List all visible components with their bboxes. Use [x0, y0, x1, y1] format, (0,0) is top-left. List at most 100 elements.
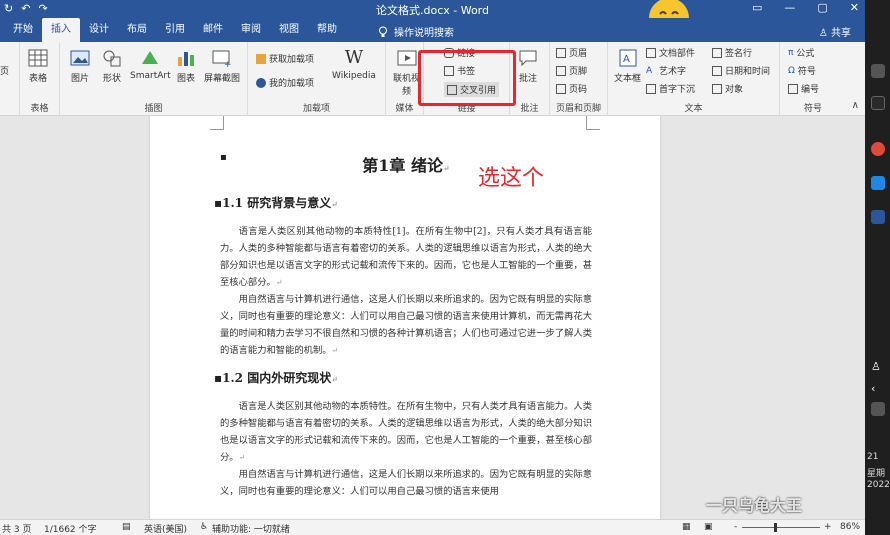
taskbar-app-icon[interactable]	[871, 96, 885, 110]
textbox-label: 文本框	[614, 74, 642, 84]
comment-label: 批注	[518, 74, 537, 84]
document-area[interactable]: ▪ 第1章 绪论↵ ▪1.1 研究背景与意义↵ 语言是人类区别其他动物的本质特性…	[0, 116, 865, 519]
tables-group: 表格 表格	[20, 42, 60, 116]
my-addins-icon	[256, 77, 266, 88]
signature-line-button[interactable]: 签名行	[712, 46, 752, 59]
tab-help[interactable]: 帮助	[308, 18, 346, 42]
paragraph-mark: ↵	[275, 278, 283, 287]
wikipedia-button[interactable]: W Wikipedia	[332, 48, 376, 82]
document-page[interactable]: ▪ 第1章 绪论↵ ▪1.1 研究背景与意义↵ 语言是人类区别其他动物的本质特性…	[150, 116, 660, 519]
header-button[interactable]: 页眉	[556, 46, 587, 59]
chart-icon	[178, 52, 194, 66]
mail-icon[interactable]	[871, 176, 885, 190]
numbering-button[interactable]: 编号	[788, 82, 819, 95]
drop-cap-icon	[646, 83, 656, 94]
header-icon	[556, 47, 566, 58]
chart-button[interactable]: 图表	[176, 48, 196, 84]
ribbon-display-icon[interactable]: ▭	[752, 1, 762, 14]
pages-button[interactable]: 页	[0, 64, 9, 77]
zoom-out-button[interactable]: -	[734, 522, 737, 532]
tray-icon[interactable]	[871, 402, 885, 416]
zoom-slider[interactable]	[742, 527, 820, 528]
symbol-label: 符号	[797, 67, 816, 77]
symbol-button[interactable]: Ω 符号	[788, 64, 816, 78]
word-taskbar-icon[interactable]	[871, 210, 885, 224]
equation-label: 公式	[796, 49, 815, 59]
pages-group: 页	[0, 42, 20, 116]
tab-insert[interactable]: 插入	[42, 18, 80, 42]
my-addins-button[interactable]: 我的加载项	[256, 76, 314, 89]
footer-button[interactable]: 页脚	[556, 64, 587, 77]
tab-mailings[interactable]: 邮件	[194, 18, 232, 42]
share-button[interactable]: ♙ 共享	[819, 24, 851, 39]
language-indicator[interactable]: 英语(美国)	[144, 522, 187, 535]
pictures-button[interactable]: 图片	[70, 48, 90, 84]
status-bar: 共 3 页 1/1662 个字 ▤ 英语(美国) ♿ 辅助功能: 一切就绪 ▦ …	[0, 519, 865, 535]
maximize-button[interactable]: ▢	[817, 1, 827, 14]
paragraph-mark: ↵	[331, 346, 339, 355]
paragraph: 用自然语言与计算机进行通信，这是人们长期以来所追求的。因为它既有明显的实际意义，…	[220, 291, 592, 359]
taskbar-app-icon[interactable]	[871, 64, 885, 78]
zoom-in-button[interactable]: +	[824, 522, 832, 532]
minimize-button[interactable]: —	[784, 1, 795, 14]
tell-me-label: 操作说明搜索	[394, 28, 454, 39]
margin-corner-tl	[210, 116, 224, 130]
footer-icon	[556, 65, 566, 76]
chevron-up-icon[interactable]: ‹	[871, 382, 885, 396]
screenshot-label: 屏幕截图	[204, 74, 241, 84]
textbox-button[interactable]: A 文本框	[614, 48, 641, 84]
tell-me-search[interactable]: 操作说明搜索	[378, 24, 454, 39]
zoom-slider-thumb[interactable]	[774, 523, 777, 532]
tab-home[interactable]: 开始	[4, 18, 42, 42]
screenshot-button[interactable]: + 屏幕截图	[204, 48, 240, 84]
page-number-label: 页码	[569, 85, 588, 95]
signature-line-label: 签名行	[725, 49, 753, 59]
screenshot-icon: +	[212, 50, 232, 68]
tab-references[interactable]: 引用	[156, 18, 194, 42]
drop-cap-button[interactable]: 首字下沉	[646, 82, 695, 95]
page-content[interactable]: ▪ 第1章 绪论↵ ▪1.1 研究背景与意义↵ 语言是人类区别其他动物的本质特性…	[214, 152, 592, 500]
collapse-ribbon-icon[interactable]: ∧	[852, 100, 859, 111]
online-video-label: 联机视频	[392, 74, 420, 97]
person-icon[interactable]: ♙	[871, 360, 885, 374]
word-count[interactable]: 1/1662 个字	[44, 522, 97, 535]
page-number-button[interactable]: 页码	[556, 82, 587, 95]
video-watermark: 一只乌龟大王	[706, 496, 803, 515]
chrome-icon[interactable]	[871, 142, 885, 156]
read-mode-icon[interactable]: ▦	[682, 522, 691, 532]
get-addins-button[interactable]: 获取加载项	[256, 52, 314, 65]
lightbulb-icon	[379, 26, 387, 37]
equation-button[interactable]: π 公式	[788, 46, 815, 60]
shapes-button[interactable]: 形状	[102, 48, 122, 84]
accessibility-status[interactable]: 辅助功能: 一切就绪	[212, 522, 290, 535]
print-layout-icon[interactable]: ▣	[704, 522, 713, 532]
quick-parts-button[interactable]: 文档部件	[646, 46, 695, 59]
tab-design[interactable]: 设计	[80, 18, 118, 42]
smartart-label: SmartArt	[130, 71, 171, 81]
close-button[interactable]: ✕	[850, 1, 859, 14]
numbering-icon	[788, 83, 798, 94]
tab-view[interactable]: 视图	[270, 18, 308, 42]
pictures-label: 图片	[70, 74, 89, 84]
drop-cap-label: 首字下沉	[659, 85, 696, 95]
wordart-button[interactable]: A 艺术字	[646, 64, 686, 78]
page-count[interactable]: 共 3 页	[2, 522, 31, 535]
proofing-icon[interactable]: ▤	[122, 522, 131, 532]
object-button[interactable]: 对象	[712, 82, 743, 95]
tab-review[interactable]: 审阅	[232, 18, 270, 42]
tab-layout[interactable]: 布局	[118, 18, 156, 42]
paragraph: 用自然语言与计算机进行通信，这是人们长期以来所追求的。因为它既有明显的实际意义，…	[220, 466, 592, 500]
get-addins-label: 获取加载项	[269, 55, 315, 65]
header-footer-group: 页眉 页脚 页码 页眉和页脚	[550, 42, 608, 116]
table-label: 表格	[28, 74, 47, 84]
addins-group: 获取加载项 我的加载项 W Wikipedia 加载项	[248, 42, 386, 116]
object-icon	[712, 83, 722, 94]
smartart-button[interactable]: SmartArt	[130, 48, 171, 81]
zoom-level[interactable]: 86%	[840, 522, 860, 532]
date-time-button[interactable]: 日期和时间	[712, 64, 770, 77]
page-number-icon	[556, 83, 566, 94]
comment-button[interactable]: 批注	[518, 48, 538, 84]
table-button[interactable]: 表格	[28, 48, 48, 84]
paragraph-mark: ↵	[443, 163, 450, 173]
text-group-label: 文本	[684, 104, 703, 114]
